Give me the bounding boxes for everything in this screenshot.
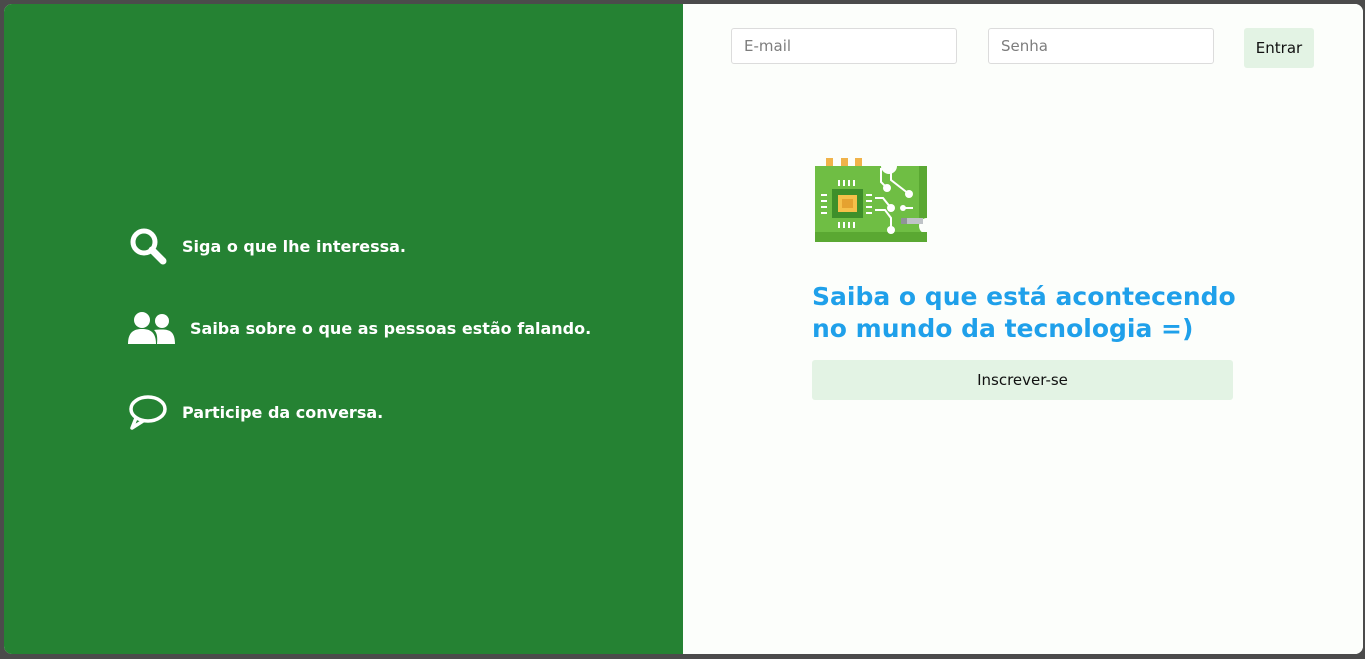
circuit-board-icon [815,158,931,247]
feature-people-talking: Saiba sobre o que as pessoas estão falan… [128,310,591,346]
login-panel: Entrar [683,4,1363,654]
password-field[interactable] [988,28,1214,64]
signup-button[interactable]: Inscrever-se [812,360,1233,400]
email-field[interactable] [731,28,957,64]
page-headline: Saiba o que está acontecendo no mundo da… [812,282,1236,343]
feature-text: Participe da conversa. [182,402,384,422]
feature-follow-interests: Siga o que lhe interessa. [128,226,406,266]
app-window: Siga o que lhe interessa. Saiba sobre o … [4,4,1363,654]
search-icon [128,226,168,266]
feature-text: Saiba sobre o que as pessoas estão falan… [190,318,592,338]
chat-bubble-icon [128,394,168,430]
login-button[interactable]: Entrar [1244,28,1314,68]
feature-join-conversation: Participe da conversa. [128,394,383,430]
features-panel: Siga o que lhe interessa. Saiba sobre o … [4,4,683,654]
users-icon [128,310,176,346]
feature-text: Siga o que lhe interessa. [182,236,406,256]
